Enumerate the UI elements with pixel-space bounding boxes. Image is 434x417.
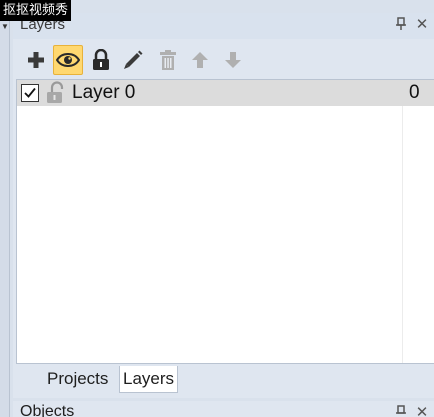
toggle-visibility-button[interactable] xyxy=(53,45,83,75)
column-separator xyxy=(402,80,403,363)
layers-list: Layer 0 0 xyxy=(16,79,434,364)
add-icon xyxy=(28,52,44,68)
checkmark-icon xyxy=(24,87,36,98)
objects-panel-title: Objects xyxy=(20,403,75,417)
add-layer-button[interactable] xyxy=(21,45,51,75)
move-layer-down-button[interactable] xyxy=(218,45,248,75)
adjacent-panel-edge: ▼ xyxy=(0,0,10,417)
trash-icon xyxy=(160,50,176,70)
eye-icon xyxy=(56,53,80,67)
pencil-icon xyxy=(124,50,143,69)
layer-name: Layer 0 xyxy=(72,82,136,103)
panel-header: Layers ✕ xyxy=(13,13,434,39)
watermark: 抠抠视频秀 xyxy=(0,0,72,21)
unlock-icon[interactable] xyxy=(46,81,66,110)
layers-panel: Layers ✕ Layer 0 0 Projects Layers xyxy=(13,13,434,398)
delete-layer-button[interactable] xyxy=(153,45,183,75)
pin-icon[interactable] xyxy=(393,405,409,417)
layers-toolbar xyxy=(13,43,434,77)
panel-tabs: Projects Layers xyxy=(13,365,434,395)
close-icon[interactable]: ✕ xyxy=(414,17,430,33)
close-icon[interactable]: ✕ xyxy=(414,405,430,417)
layer-object-count: 0 xyxy=(409,82,420,103)
arrow-up-icon xyxy=(192,52,208,68)
arrow-down-icon xyxy=(225,52,241,68)
objects-panel-header: Objects ✕ xyxy=(13,401,434,417)
layer-row[interactable]: Layer 0 0 xyxy=(17,80,434,106)
layer-visible-checkbox[interactable] xyxy=(21,84,39,102)
collapse-arrow-icon[interactable]: ▼ xyxy=(1,22,9,31)
lock-layer-button[interactable] xyxy=(86,45,116,75)
tab-layers[interactable]: Layers xyxy=(119,366,179,393)
move-layer-up-button[interactable] xyxy=(185,45,215,75)
tab-projects[interactable]: Projects xyxy=(44,366,111,393)
edit-layer-button[interactable] xyxy=(118,45,148,75)
pin-icon[interactable] xyxy=(393,17,409,33)
lock-icon xyxy=(93,49,109,70)
